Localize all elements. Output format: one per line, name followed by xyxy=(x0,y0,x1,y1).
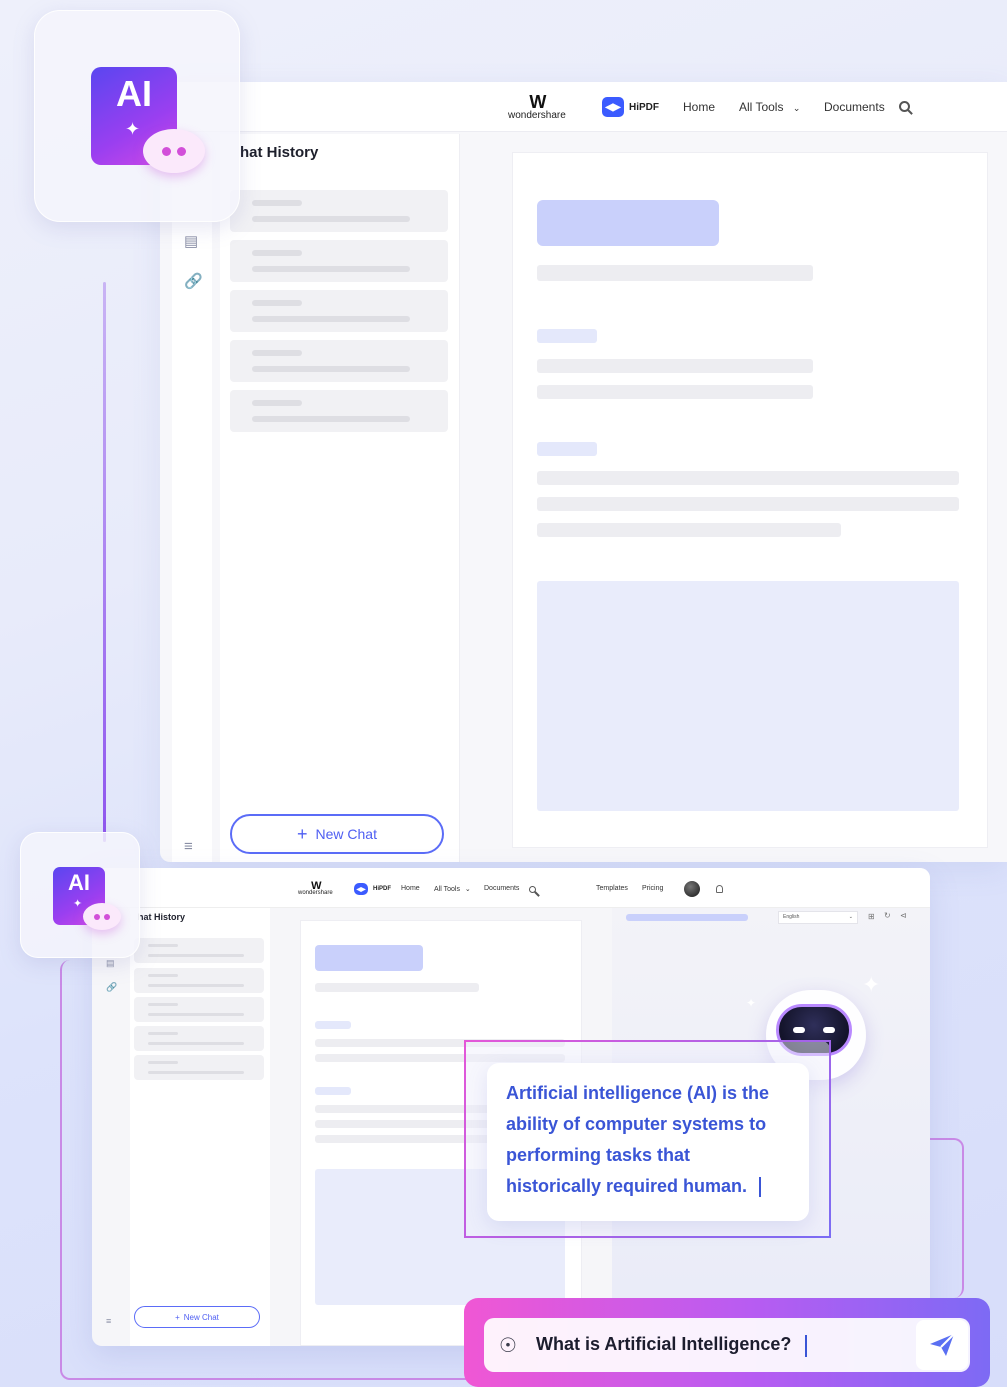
document-icon[interactable]: ▤ xyxy=(184,232,198,250)
history-item[interactable] xyxy=(134,968,264,993)
link-icon[interactable]: 🔗 xyxy=(184,272,203,290)
doc-image-placeholder xyxy=(537,581,959,811)
nav-home[interactable]: Home xyxy=(683,100,715,114)
nav-all-tools[interactable]: All Tools ⌄ xyxy=(739,100,800,114)
history-item[interactable] xyxy=(230,190,448,232)
collapse-sidebar-icon[interactable]: ≡ xyxy=(184,838,193,855)
chat-bubble-icon xyxy=(83,903,121,930)
link-icon[interactable]: 🔗 xyxy=(106,982,117,993)
bell-icon[interactable] xyxy=(716,885,723,893)
share-icon[interactable]: ⊲ xyxy=(900,911,907,920)
plus-icon: + xyxy=(297,823,308,844)
history-item[interactable] xyxy=(134,1026,264,1051)
sparkle-icon: ✦ xyxy=(746,996,757,1010)
search-icon[interactable] xyxy=(899,101,910,112)
wondershare-logo[interactable]: W wondershare xyxy=(508,92,566,121)
chevron-down-icon: ⌄ xyxy=(464,886,471,893)
chevron-down-icon: ⌄ xyxy=(848,914,853,920)
document-icon[interactable]: ▤ xyxy=(106,958,115,969)
chat-history-title: hat History xyxy=(138,912,186,922)
sparkle-icon: ✦ xyxy=(862,972,881,997)
language-select[interactable]: English ⌄ xyxy=(778,911,858,924)
ai-app-icon-large: AI ✦ xyxy=(34,10,240,222)
collapse-sidebar-icon[interactable]: ≡ xyxy=(106,1316,111,1326)
new-chat-button[interactable]: + New Chat xyxy=(230,814,444,854)
nav-templates[interactable]: Templates xyxy=(596,885,628,892)
nav-all-tools[interactable]: All Tools ⌄ xyxy=(434,885,471,893)
history-item[interactable] xyxy=(230,340,448,382)
refresh-icon[interactable]: ↻ xyxy=(884,911,891,920)
nav-documents[interactable]: Documents xyxy=(484,885,519,892)
chat-panel-title-placeholder xyxy=(626,914,748,921)
new-chat-button[interactable]: + New Chat xyxy=(134,1306,260,1328)
doc-title-placeholder xyxy=(315,945,423,971)
plus-icon: + xyxy=(175,1312,180,1322)
sparkle-icon: ✦ xyxy=(125,119,141,139)
history-item[interactable] xyxy=(230,290,448,332)
avatar[interactable] xyxy=(684,881,700,897)
history-item[interactable] xyxy=(134,1055,264,1080)
hipdf-logo[interactable]: ◀▶ HiPDF xyxy=(602,97,659,117)
search-icon[interactable] xyxy=(529,886,536,893)
document-preview xyxy=(512,152,988,848)
history-item[interactable] xyxy=(230,390,448,432)
nav-documents[interactable]: Documents xyxy=(824,100,885,114)
chat-history-title: hat History xyxy=(240,144,319,161)
connector-line-left xyxy=(103,282,106,842)
wondershare-logo[interactable]: W wondershare xyxy=(298,880,333,896)
chat-history-sidebar: hat History + New Chat xyxy=(130,908,270,1346)
history-item[interactable] xyxy=(134,997,264,1022)
bulb-icon[interactable]: ☉ xyxy=(499,1333,517,1358)
top-navbar: W wondershare ◀▶ HiPDF Home All Tools ⌄ … xyxy=(160,82,1007,132)
top-app-window: W wondershare ◀▶ HiPDF Home All Tools ⌄ … xyxy=(160,82,1007,862)
history-item[interactable] xyxy=(134,938,264,963)
bottom-navbar: W wondershare ◀▶ HiPDF Home All Tools ⌄ … xyxy=(92,868,930,908)
history-item[interactable] xyxy=(230,240,448,282)
chat-bubble-icon xyxy=(143,129,205,173)
chevron-down-icon: ⌄ xyxy=(792,103,801,113)
export-icon[interactable]: ⊞ xyxy=(868,912,875,921)
nav-home[interactable]: Home xyxy=(401,885,420,892)
hipdf-logo[interactable]: ◀▶ HiPDF xyxy=(354,883,391,895)
send-button[interactable] xyxy=(916,1320,968,1370)
text-cursor xyxy=(759,1177,762,1198)
chat-history-sidebar: hat History + New Chat xyxy=(220,134,460,862)
hipdf-logo-icon: ◀▶ xyxy=(354,883,368,895)
doc-title-placeholder xyxy=(537,200,719,246)
text-cursor xyxy=(805,1335,807,1357)
hipdf-logo-icon: ◀▶ xyxy=(602,97,624,117)
prompt-input-text[interactable]: What is Artificial Intelligence? xyxy=(536,1334,791,1355)
left-tool-rail: ▤ 🔗 ≡ xyxy=(172,142,212,862)
nav-pricing[interactable]: Pricing xyxy=(642,885,663,892)
sparkle-icon: ✦ xyxy=(73,898,83,910)
send-icon xyxy=(930,1333,955,1356)
ai-answer-text: Artificial intelligence (AI) is the abil… xyxy=(506,1083,770,1198)
ai-app-icon-small: AI ✦ xyxy=(20,832,140,958)
